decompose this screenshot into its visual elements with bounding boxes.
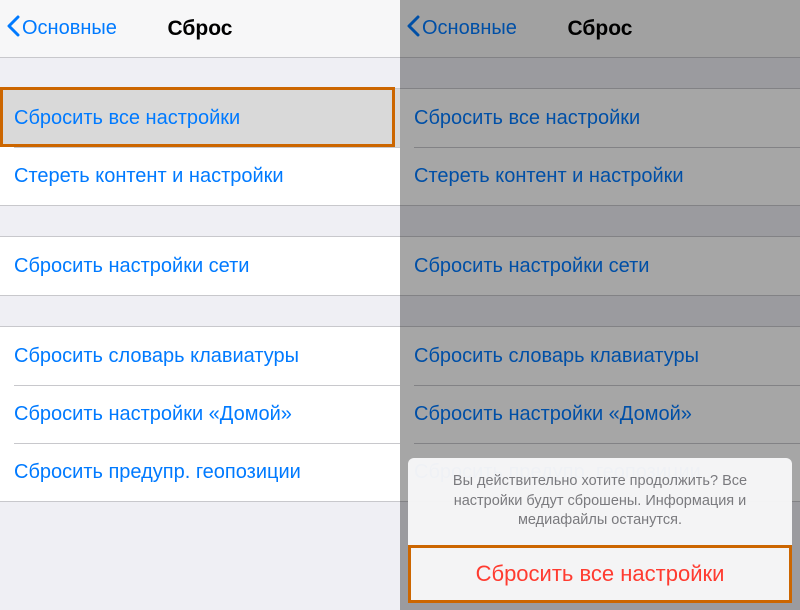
back-button[interactable]: Основные bbox=[400, 15, 517, 43]
chevron-left-icon bbox=[6, 15, 22, 43]
row-erase-content-settings[interactable]: Стереть контент и настройки bbox=[14, 147, 400, 205]
navbar: Основные Сброс bbox=[400, 0, 800, 58]
actionsheet: Вы действительно хотите продолжить? Все … bbox=[408, 458, 792, 602]
row-label: Сбросить настройки «Домой» bbox=[14, 403, 292, 426]
row-label: Сбросить предупр. геопозиции bbox=[14, 461, 301, 484]
back-button[interactable]: Основные bbox=[0, 15, 117, 43]
group-2: Сбросить настройки сети bbox=[400, 236, 800, 296]
row-reset-home-layout[interactable]: Сбросить настройки «Домой» bbox=[414, 385, 800, 443]
navbar: Основные Сброс bbox=[0, 0, 400, 58]
row-erase-content-settings[interactable]: Стереть контент и настройки bbox=[414, 147, 800, 205]
row-label: Сбросить настройки «Домой» bbox=[414, 403, 692, 426]
row-label: Стереть контент и настройки bbox=[14, 165, 284, 188]
row-reset-all-settings[interactable]: Сбросить все настройки bbox=[400, 89, 800, 147]
back-label: Основные bbox=[422, 17, 517, 40]
back-label: Основные bbox=[22, 17, 117, 40]
actionsheet-message: Вы действительно хотите продолжить? Все … bbox=[408, 458, 792, 546]
right-pane: Основные Сброс Сбросить все настройки Ст… bbox=[400, 0, 800, 610]
actionsheet-button-label: Сбросить все настройки bbox=[476, 561, 725, 587]
row-reset-network[interactable]: Сбросить настройки сети bbox=[0, 237, 400, 295]
group-3: Сбросить словарь клавиатуры Сбросить нас… bbox=[0, 326, 400, 502]
row-reset-keyboard-dict[interactable]: Сбросить словарь клавиатуры bbox=[0, 327, 400, 385]
row-reset-all-settings[interactable]: Сбросить все настройки bbox=[0, 89, 400, 147]
actionsheet-destructive-button[interactable]: Сбросить все настройки bbox=[408, 546, 792, 602]
row-reset-keyboard-dict[interactable]: Сбросить словарь клавиатуры bbox=[400, 327, 800, 385]
row-label: Сбросить словарь клавиатуры bbox=[14, 345, 299, 368]
row-label: Сбросить все настройки bbox=[14, 107, 240, 130]
row-reset-home-layout[interactable]: Сбросить настройки «Домой» bbox=[14, 385, 400, 443]
row-label: Сбросить словарь клавиатуры bbox=[414, 345, 699, 368]
row-label: Сбросить настройки сети bbox=[14, 255, 249, 278]
row-reset-network[interactable]: Сбросить настройки сети bbox=[400, 237, 800, 295]
row-label: Сбросить настройки сети bbox=[414, 255, 649, 278]
row-label: Стереть контент и настройки bbox=[414, 165, 684, 188]
group-1: Сбросить все настройки Стереть контент и… bbox=[0, 88, 400, 206]
group-1: Сбросить все настройки Стереть контент и… bbox=[400, 88, 800, 206]
group-2: Сбросить настройки сети bbox=[0, 236, 400, 296]
row-label: Сбросить все настройки bbox=[414, 107, 640, 130]
chevron-left-icon bbox=[406, 15, 422, 43]
left-pane: Основные Сброс Сбросить все настройки Ст… bbox=[0, 0, 400, 610]
row-reset-location-warnings[interactable]: Сбросить предупр. геопозиции bbox=[14, 443, 400, 501]
